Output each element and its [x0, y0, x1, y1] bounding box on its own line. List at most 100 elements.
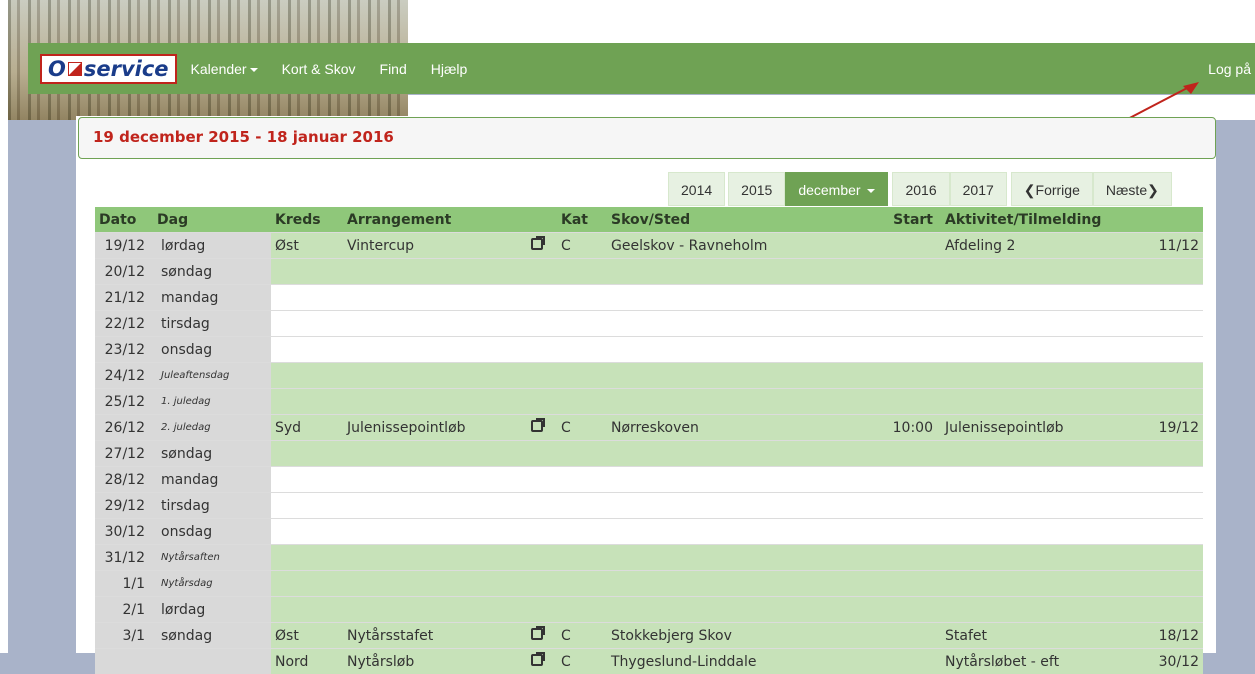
icon-cell[interactable] — [531, 415, 561, 441]
deadline-cell — [1115, 311, 1203, 337]
kreds-cell: Øst — [271, 623, 347, 649]
left-edge — [0, 0, 8, 653]
icon-cell[interactable] — [531, 623, 561, 649]
icon-cell[interactable] — [531, 233, 561, 259]
date-cell: 28/12 — [95, 467, 157, 493]
month-dropdown[interactable]: december — [785, 172, 888, 206]
icon-cell[interactable] — [531, 649, 561, 674]
date-cell: 2/1 — [95, 597, 157, 623]
skov-cell — [611, 467, 865, 493]
skov-cell: Geelskov - Ravneholm — [611, 233, 865, 259]
icon-cell — [531, 597, 561, 623]
arrangement-cell — [347, 259, 531, 285]
external-link-icon[interactable] — [531, 628, 543, 640]
year-month-nav: 2014 2015 december 2016 2017 ❮Forrige Næ… — [668, 172, 1172, 206]
day-cell: søndag — [157, 623, 271, 649]
external-link-icon[interactable] — [531, 238, 543, 250]
arrangement-cell — [347, 441, 531, 467]
nav-kalender[interactable]: Kalender — [191, 61, 258, 77]
aktivitet-cell[interactable]: Nytårsløbet - eft — [945, 649, 1115, 674]
start-cell — [865, 233, 945, 259]
icon-cell — [531, 441, 561, 467]
kat-cell — [561, 441, 611, 467]
year-2015-button[interactable]: 2015 — [728, 172, 785, 206]
kreds-cell — [271, 311, 347, 337]
nav-find[interactable]: Find — [380, 61, 407, 77]
day-cell: Nytårsaften — [157, 545, 271, 571]
table-row[interactable]: NordNytårsløbCThygeslund-LinddaleNytårsl… — [95, 649, 1203, 674]
nav-hjaelp[interactable]: Hjælp — [431, 61, 468, 77]
year-2014-button[interactable]: 2014 — [668, 172, 725, 206]
kreds-cell — [271, 389, 347, 415]
header-aktivitet: Aktivitet/Tilmelding — [945, 207, 1115, 233]
date-cell: 21/12 — [95, 285, 157, 311]
deadline-cell — [1115, 337, 1203, 363]
external-link-icon[interactable] — [531, 654, 543, 666]
external-link-icon[interactable] — [531, 420, 543, 432]
day-cell: 2. juledag — [157, 415, 271, 441]
nav-kort-skov[interactable]: Kort & Skov — [282, 61, 356, 77]
icon-cell — [531, 467, 561, 493]
skov-cell: Nørreskoven — [611, 415, 865, 441]
arrangement-cell — [347, 337, 531, 363]
aktivitet-cell[interactable]: Stafet — [945, 623, 1115, 649]
date-cell: 29/12 — [95, 493, 157, 519]
arrangement-cell[interactable]: Julenissepointløb — [347, 415, 531, 441]
kat-cell: C — [561, 623, 611, 649]
aktivitet-cell — [945, 311, 1115, 337]
skov-cell — [611, 545, 865, 571]
skov-cell — [611, 311, 865, 337]
table-row: 20/12søndag — [95, 259, 1203, 285]
table-row: 22/12tirsdag — [95, 311, 1203, 337]
skov-cell — [611, 337, 865, 363]
kat-cell — [561, 597, 611, 623]
kat-cell — [561, 493, 611, 519]
table-row[interactable]: 26/122. juledagSydJulenissepointløbCNørr… — [95, 415, 1203, 441]
header-kat: Kat — [561, 207, 611, 233]
skov-cell — [611, 571, 865, 597]
table-header-row: Dato Dag Kreds Arrangement Kat Skov/Sted… — [95, 207, 1203, 233]
arrangement-cell[interactable]: Nytårsstafet — [347, 623, 531, 649]
date-cell: 31/12 — [95, 545, 157, 571]
aktivitet-cell — [945, 337, 1115, 363]
icon-cell — [531, 545, 561, 571]
kreds-cell: Nord — [271, 649, 347, 674]
year-2016-button[interactable]: 2016 — [892, 172, 949, 206]
prev-button[interactable]: ❮Forrige — [1011, 172, 1093, 206]
aktivitet-cell[interactable]: Julenissepointløb — [945, 415, 1115, 441]
deadline-cell — [1115, 571, 1203, 597]
date-cell: 25/12 — [95, 389, 157, 415]
skov-cell — [611, 597, 865, 623]
kat-cell: C — [561, 649, 611, 674]
day-cell: søndag — [157, 259, 271, 285]
icon-cell — [531, 389, 561, 415]
next-label: Næste — [1106, 182, 1147, 198]
nav-kalender-label: Kalender — [191, 61, 247, 77]
header-arrangement: Arrangement — [347, 207, 531, 233]
login-link[interactable]: Log på — [1208, 61, 1251, 77]
start-cell: 10:00 — [865, 415, 945, 441]
table-row[interactable]: 19/12lørdagØstVintercupCGeelskov - Ravne… — [95, 233, 1203, 259]
aktivitet-cell[interactable]: Afdeling 2 — [945, 233, 1115, 259]
deadline-cell — [1115, 493, 1203, 519]
header-dato: Dato — [95, 207, 157, 233]
arrangement-cell[interactable]: Nytårsløb — [347, 649, 531, 674]
start-cell — [865, 285, 945, 311]
table-row: 21/12mandag — [95, 285, 1203, 311]
table-row: 30/12onsdag — [95, 519, 1203, 545]
aktivitet-cell — [945, 285, 1115, 311]
year-2017-button[interactable]: 2017 — [950, 172, 1007, 206]
arrangement-cell[interactable]: Vintercup — [347, 233, 531, 259]
aktivitet-cell — [945, 467, 1115, 493]
oservice-logo[interactable]: O service — [40, 54, 177, 84]
month-label: december — [798, 182, 860, 198]
date-cell: 23/12 — [95, 337, 157, 363]
table-row[interactable]: 3/1søndagØstNytårsstafetCStokkebjerg Sko… — [95, 623, 1203, 649]
skov-cell — [611, 441, 865, 467]
next-button[interactable]: Næste❯ — [1093, 172, 1172, 206]
day-cell: mandag — [157, 285, 271, 311]
logo-service: service — [84, 56, 169, 82]
kreds-cell — [271, 259, 347, 285]
chevron-right-icon: ❯ — [1147, 182, 1159, 198]
chevron-left-icon: ❮ — [1024, 182, 1036, 198]
